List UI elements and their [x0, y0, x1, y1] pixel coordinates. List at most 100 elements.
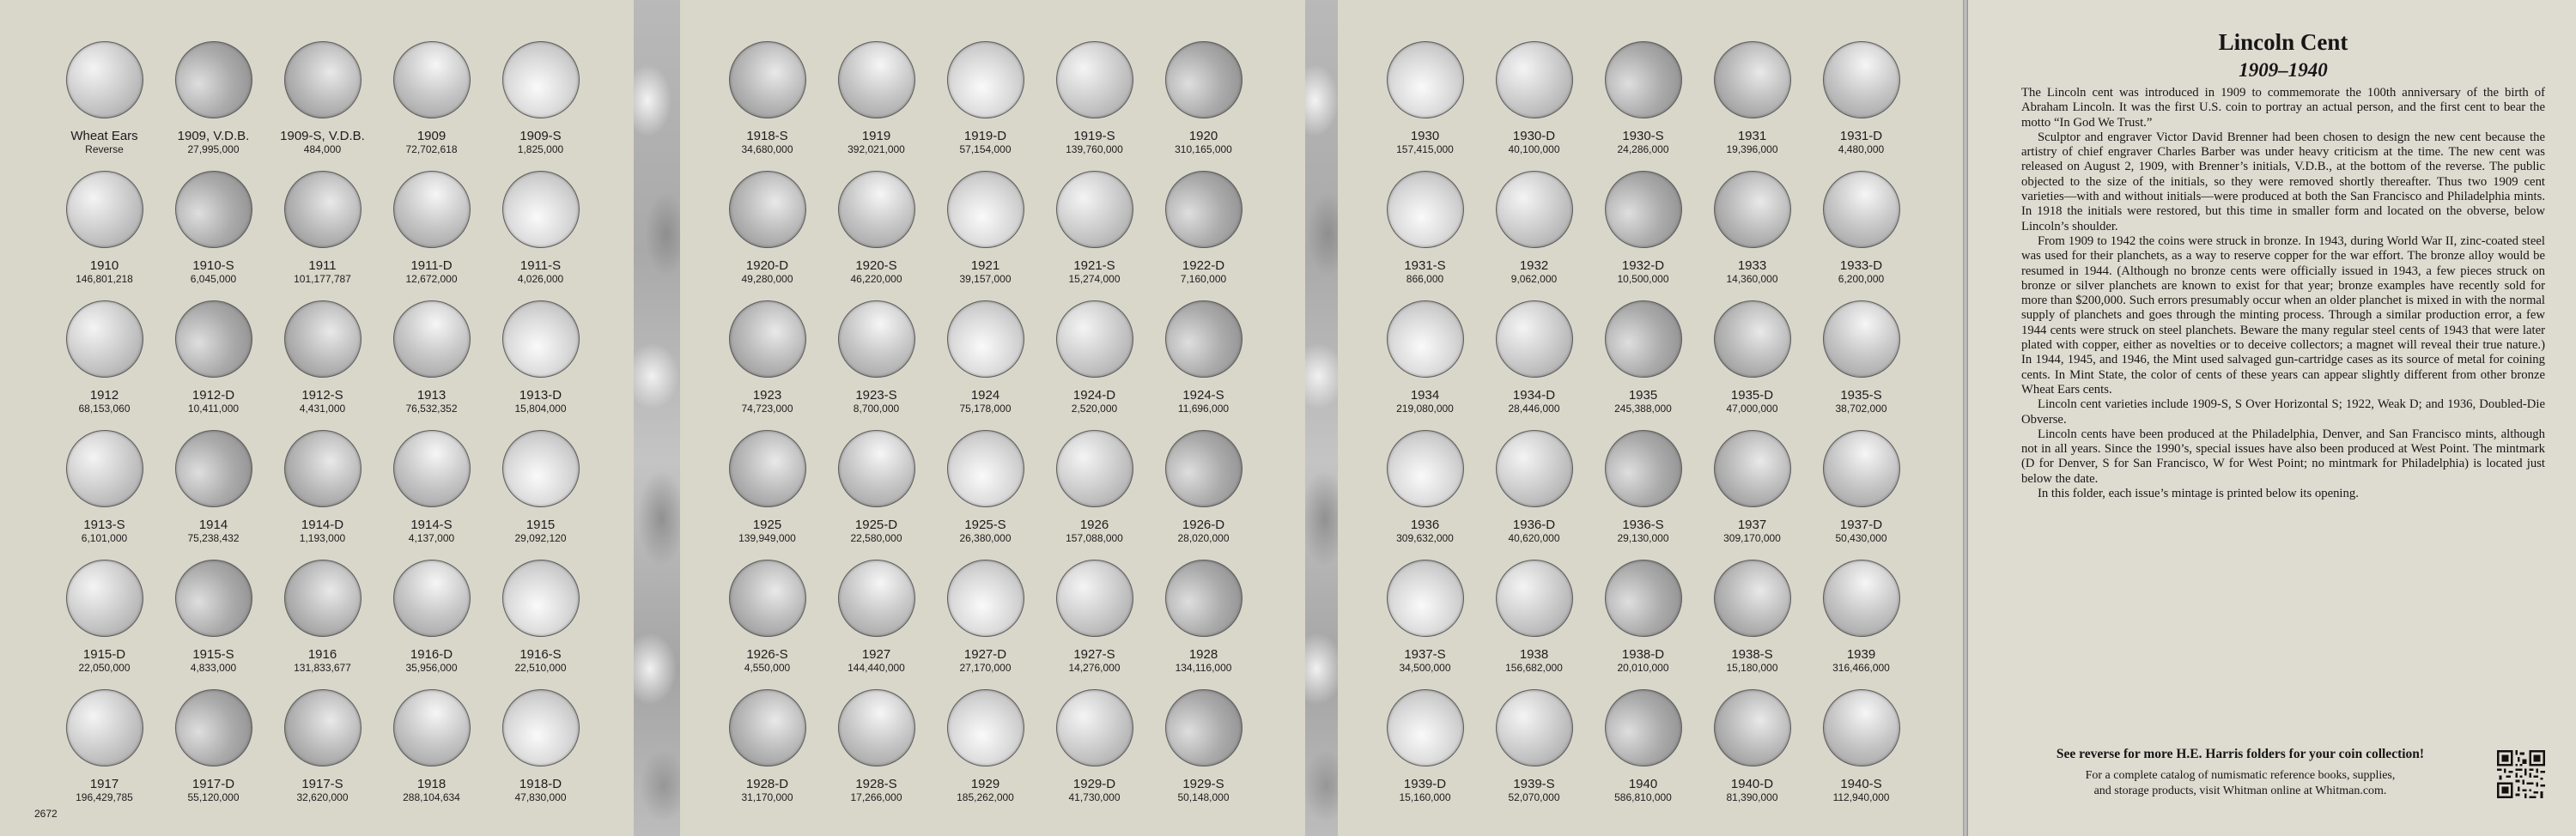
coin-hole[interactable]: [728, 41, 806, 118]
coin-hole[interactable]: [1386, 689, 1464, 766]
coin-hole[interactable]: [946, 689, 1024, 766]
coin-hole[interactable]: [1495, 689, 1573, 766]
coin-hole[interactable]: [1713, 300, 1791, 378]
coin-hole[interactable]: [1164, 689, 1242, 766]
coin-date-label: 1916-S: [519, 647, 562, 662]
coin-hole[interactable]: [392, 41, 471, 118]
coin-hole[interactable]: [1604, 689, 1682, 766]
coin-date-label: 1915: [526, 518, 556, 532]
coin-hole[interactable]: [1822, 41, 1900, 118]
coin-hole[interactable]: [174, 430, 252, 507]
coin-hole[interactable]: [65, 171, 143, 248]
coin-date-label: 1920-D: [745, 258, 789, 273]
coin-date-label: 1912-S: [301, 388, 343, 403]
coin-hole[interactable]: [1604, 171, 1682, 248]
coin-hole[interactable]: [501, 41, 580, 118]
coin-hole[interactable]: [946, 171, 1024, 248]
coin-hole[interactable]: [1822, 560, 1900, 637]
coin-hole[interactable]: [501, 171, 580, 248]
coin-hole[interactable]: [1822, 689, 1900, 766]
coin-hole[interactable]: [1386, 171, 1464, 248]
coin-hole[interactable]: [1604, 560, 1682, 637]
coin-hole[interactable]: [501, 430, 580, 507]
coin-hole[interactable]: [283, 689, 361, 766]
coin-hole[interactable]: [283, 430, 361, 507]
coin-hole[interactable]: [392, 300, 471, 378]
coin-hole[interactable]: [1386, 300, 1464, 378]
coin-hole[interactable]: [1495, 171, 1573, 248]
coin-hole[interactable]: [1055, 41, 1133, 118]
coin-hole[interactable]: [1713, 430, 1791, 507]
coin-slot: 1930 157,415,000: [1370, 41, 1479, 171]
coin-hole[interactable]: [728, 430, 806, 507]
coin-hole[interactable]: [1055, 560, 1133, 637]
coin-hole[interactable]: [1495, 560, 1573, 637]
coin-hole[interactable]: [1386, 41, 1464, 118]
coin-hole[interactable]: [837, 171, 915, 248]
coin-hole[interactable]: [501, 300, 580, 378]
coin-hole[interactable]: [1822, 430, 1900, 507]
coin-mintage: 47,000,000: [1726, 403, 1778, 415]
coin-hole[interactable]: [1386, 560, 1464, 637]
coin-hole[interactable]: [728, 689, 806, 766]
coin-date-label: 1913: [416, 388, 447, 403]
coin-hole[interactable]: [1055, 300, 1133, 378]
coin-hole[interactable]: [1822, 300, 1900, 378]
coin-hole[interactable]: [1164, 41, 1242, 118]
coin-slot: 1927 144,440,000: [822, 560, 931, 689]
coin-hole[interactable]: [1164, 430, 1242, 507]
coin-hole[interactable]: [1055, 430, 1133, 507]
coin-hole[interactable]: [1713, 41, 1791, 118]
coin-hole[interactable]: [1495, 300, 1573, 378]
coin-hole[interactable]: [1822, 171, 1900, 248]
coin-hole[interactable]: [174, 300, 252, 378]
coin-hole[interactable]: [1055, 689, 1133, 766]
coin-hole[interactable]: [1713, 689, 1791, 766]
coin-hole[interactable]: [728, 171, 806, 248]
coin-hole[interactable]: [392, 560, 471, 637]
coin-hole[interactable]: [1164, 560, 1242, 637]
coin-hole[interactable]: [65, 560, 143, 637]
coin-hole[interactable]: [1713, 560, 1791, 637]
coin-hole[interactable]: [174, 560, 252, 637]
coin-hole[interactable]: [1164, 300, 1242, 378]
coin-hole[interactable]: [1495, 41, 1573, 118]
coin-hole[interactable]: [65, 430, 143, 507]
coin-hole[interactable]: [283, 300, 361, 378]
coin-hole[interactable]: [946, 300, 1024, 378]
coin-hole[interactable]: [501, 560, 580, 637]
coin-hole[interactable]: [1604, 430, 1682, 507]
coin-date-label: 1929-D: [1072, 777, 1116, 791]
coin-hole[interactable]: [1604, 300, 1682, 378]
coin-hole[interactable]: [1386, 430, 1464, 507]
coin-hole[interactable]: [728, 300, 806, 378]
coin-hole[interactable]: [283, 41, 361, 118]
coin-hole[interactable]: [837, 41, 915, 118]
coin-hole[interactable]: [65, 300, 143, 378]
coin-hole[interactable]: [501, 689, 580, 766]
coin-hole[interactable]: [174, 171, 252, 248]
coin-hole[interactable]: [837, 689, 915, 766]
coin-hole[interactable]: [946, 430, 1024, 507]
coin-hole[interactable]: [1713, 171, 1791, 248]
coin-hole[interactable]: [283, 560, 361, 637]
coin-hole[interactable]: [65, 689, 143, 766]
coin-hole[interactable]: [1604, 41, 1682, 118]
coin-hole[interactable]: [392, 689, 471, 766]
coin-hole[interactable]: [946, 560, 1024, 637]
coin-hole[interactable]: [283, 171, 361, 248]
coin-hole[interactable]: [837, 560, 915, 637]
coin-hole[interactable]: [174, 689, 252, 766]
coin-hole[interactable]: [837, 430, 915, 507]
coin-hole[interactable]: [392, 430, 471, 507]
coin-hole[interactable]: [1495, 430, 1573, 507]
coin-hole[interactable]: [1164, 171, 1242, 248]
coin-hole[interactable]: [174, 41, 252, 118]
coin-hole[interactable]: [392, 171, 471, 248]
coin-hole[interactable]: [837, 300, 915, 378]
coin-hole[interactable]: [1055, 171, 1133, 248]
coin-hole[interactable]: [65, 41, 143, 118]
coin-hole[interactable]: [728, 560, 806, 637]
coin-hole[interactable]: [946, 41, 1024, 118]
coin-date-label: 1930-D: [1512, 129, 1556, 143]
